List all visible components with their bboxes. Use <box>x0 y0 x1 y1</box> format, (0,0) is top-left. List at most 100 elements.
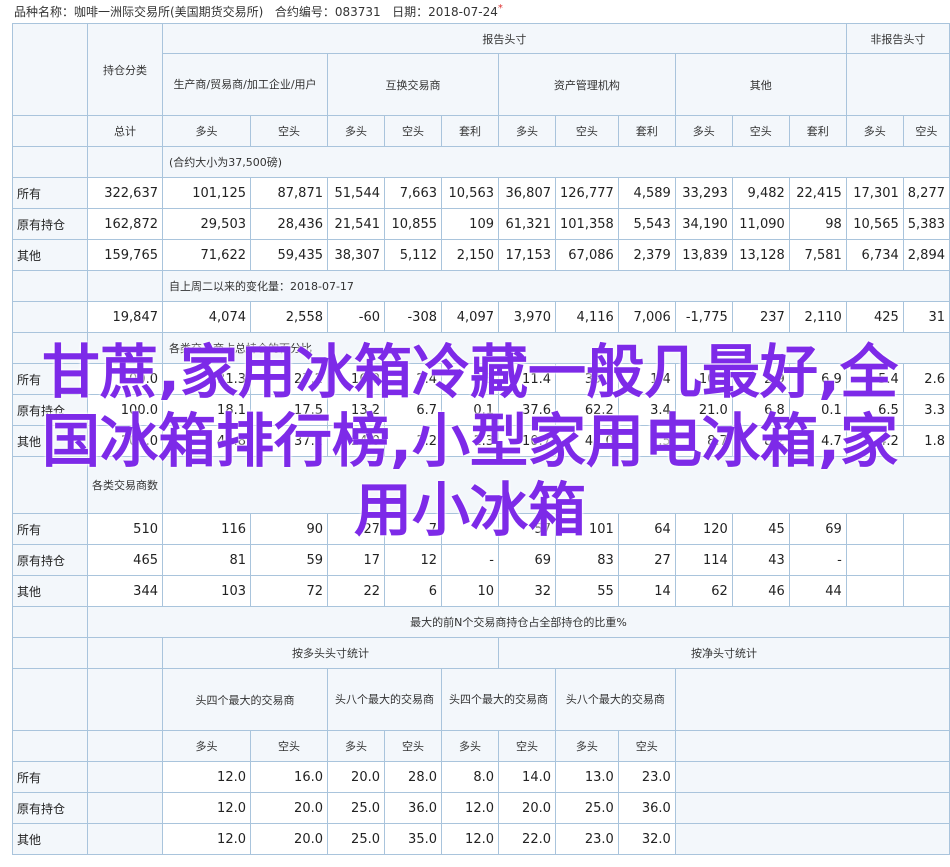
holding-category-header: 持仓分类 <box>87 23 163 116</box>
position-cell: 5,543 <box>617 208 676 240</box>
position-cell: 36,807 <box>498 177 556 209</box>
position-cell: 59,435 <box>250 239 328 271</box>
position-header-long: 多头 <box>674 115 733 147</box>
table-row: 原有持仓 12.0 20.0 25.0 36.0 12.0 20.0 25.0 36.0 <box>12 792 950 824</box>
trader-count-cell: 43 <box>731 544 790 576</box>
row-label <box>12 301 88 333</box>
position-header-long: 多头 <box>162 115 251 147</box>
conc-position-header-short: 空头 <box>250 730 328 762</box>
report-date: 日期：2018-07-24 <box>392 5 498 19</box>
changes-note: 自上周二以来的变化量：2018-07-17 <box>162 270 950 302</box>
trader-count-cell: 69 <box>498 544 556 576</box>
trader-count-cell: 465 <box>87 544 163 576</box>
change-cell: -1,775 <box>674 301 733 333</box>
conc-blank <box>87 637 163 669</box>
conc-blank <box>12 637 88 669</box>
change-cell: -308 <box>384 301 442 333</box>
concentration-cell: 35.0 <box>384 823 442 855</box>
trader-count-cell: 14 <box>617 575 676 607</box>
position-cell: 10,565 <box>845 208 904 240</box>
net-position-header: 按净头寸统计 <box>498 637 950 669</box>
concentration-cell: 12.0 <box>162 761 251 793</box>
concentration-cell: 12.0 <box>441 792 499 824</box>
top8-gross-header: 头八个最大的交易商 <box>327 668 442 731</box>
position-cell: 10,563 <box>441 177 499 209</box>
position-cell: 21,541 <box>327 208 385 240</box>
position-cell: 28,436 <box>250 208 328 240</box>
row-label: 原有持仓 <box>12 208 88 240</box>
row-label: 原有持仓 <box>12 792 88 824</box>
conc-blank <box>87 792 163 824</box>
concentration-cell: 20.0 <box>250 823 328 855</box>
position-header-long: 多头 <box>327 115 385 147</box>
total-header: 总计 <box>87 115 163 147</box>
trader-count-cell: 59 <box>250 544 328 576</box>
change-cell: 4,097 <box>441 301 499 333</box>
conc-blank <box>674 761 950 793</box>
concentration-cell: 16.0 <box>250 761 328 793</box>
concentration-cell: 23.0 <box>555 823 619 855</box>
position-cell: 7,663 <box>384 177 442 209</box>
top4-gross-header: 头四个最大的交易商 <box>162 668 328 731</box>
position-row-blank <box>12 115 88 147</box>
position-cell: 71,622 <box>162 239 251 271</box>
concentration-title: 最大的前N个交易商持仓占全部持仓的比重% <box>87 606 950 638</box>
producer-header: 生产商/贸易商/加工企业/用户 <box>162 53 328 116</box>
contract-size-note: (合约大小为37,500磅) <box>162 146 950 178</box>
trader-count-cell: 12 <box>384 544 442 576</box>
trader-count-cell: 81 <box>162 544 251 576</box>
position-cell: 67,086 <box>555 239 619 271</box>
trader-count-cell <box>845 544 904 576</box>
trader-count-cell: 6 <box>384 575 442 607</box>
trader-count-cell: 22 <box>327 575 385 607</box>
conc-blank <box>87 668 163 731</box>
change-cell: 31 <box>902 301 950 333</box>
position-header-short: 空头 <box>384 115 442 147</box>
note-blank <box>87 146 163 178</box>
trader-count-cell: 17 <box>327 544 385 576</box>
commodity-name: 品种名称：咖啡一洲际交易所(美国期货交易所) <box>14 5 264 19</box>
trader-count-cell: 32 <box>498 575 556 607</box>
corner-cell <box>12 23 88 116</box>
position-cell: 2,150 <box>441 239 499 271</box>
concentration-cell: 13.0 <box>555 761 619 793</box>
trader-count-cell: 72 <box>250 575 328 607</box>
position-cell: 13,839 <box>674 239 733 271</box>
position-cell: 17,301 <box>845 177 904 209</box>
conc-position-header-short: 空头 <box>384 730 442 762</box>
table-row: 其他 159,765 71,622 59,435 38,307 5,112 2,150 17,… <box>12 239 950 271</box>
concentration-cell: 25.0 <box>327 823 385 855</box>
position-cell: 87,871 <box>250 177 328 209</box>
conc-blank <box>12 606 88 638</box>
position-cell: 101,358 <box>555 208 619 240</box>
managed-money-header: 资产管理机构 <box>498 53 676 116</box>
row-label: 其他 <box>12 823 88 855</box>
conc-position-header-short: 空头 <box>617 730 676 762</box>
row-label: 其他 <box>12 575 88 607</box>
table-row: 所有 12.0 16.0 20.0 28.0 8.0 14.0 13.0 23.0 <box>12 761 950 793</box>
conc-blank <box>12 730 88 762</box>
position-cell: 2,379 <box>617 239 676 271</box>
conc-position-header-long: 多头 <box>555 730 619 762</box>
conc-position-header-long: 多头 <box>327 730 385 762</box>
position-cell: 22,415 <box>788 177 847 209</box>
position-cell: 34,190 <box>674 208 733 240</box>
position-cell: 5,112 <box>384 239 442 271</box>
trader-count-cell <box>845 575 904 607</box>
trader-count-cell <box>902 575 950 607</box>
position-cell: 5,383 <box>902 208 950 240</box>
conc-blank <box>87 823 163 855</box>
position-cell: 126,777 <box>555 177 619 209</box>
position-cell: 10,855 <box>384 208 442 240</box>
top4-net-header: 头四个最大的交易商 <box>441 668 556 731</box>
conc-position-header-short: 空头 <box>498 730 556 762</box>
table-row: 其他 344 103 72 22 6 10 32 55 14 62 46 44 <box>12 575 950 607</box>
change-cell: 4,116 <box>555 301 619 333</box>
change-cell: 7,006 <box>617 301 676 333</box>
concentration-cell: 20.0 <box>498 792 556 824</box>
concentration-cell: 28.0 <box>384 761 442 793</box>
reported-positions-header: 报告头寸 <box>162 23 847 54</box>
trader-count-cell: 44 <box>788 575 847 607</box>
trader-count-cell: 10 <box>441 575 499 607</box>
change-cell: 3,970 <box>498 301 556 333</box>
